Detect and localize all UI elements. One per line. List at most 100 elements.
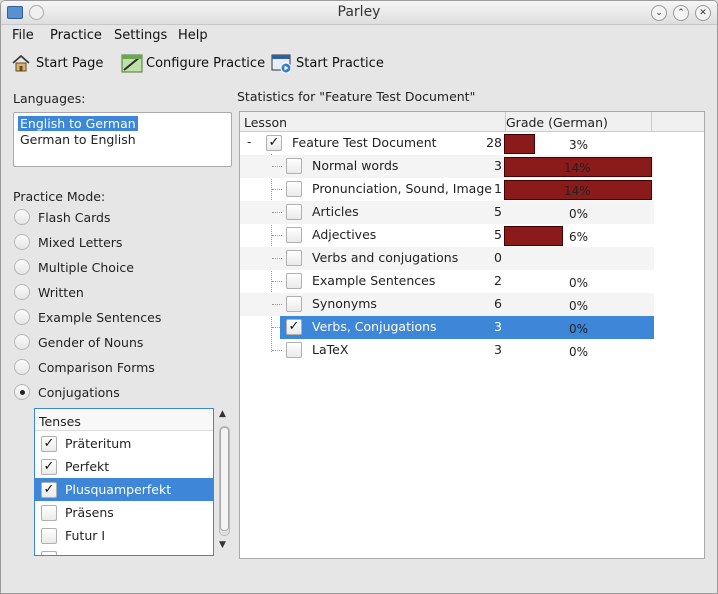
start-practice-button[interactable]: Start Practice [271,51,384,75]
statistics-title: Statistics for "Feature Test Document" [237,89,476,104]
scroll-up-icon[interactable]: ▲ [219,409,226,419]
radio-flash-cards[interactable]: Flash Cards [14,209,111,225]
configure-practice-button[interactable]: Configure Practice [121,51,265,75]
checkbox[interactable] [286,204,302,220]
menu-practice[interactable]: Practice [50,28,102,43]
languages-list[interactable]: English to German German to English [13,112,232,167]
lesson-row[interactable]: Pronunciation, Sound, Image 1 14% [240,178,654,201]
scroll-thumb[interactable] [220,427,229,531]
tense-label: Futur I [65,528,106,543]
menu-help[interactable]: Help [178,28,208,43]
tenses-list[interactable]: Tenses ✓ Präteritum ✓ Perfekt ✓ Plusquamper… [34,408,214,556]
checkbox[interactable] [286,227,302,243]
lesson-row[interactable]: Example Sentences 2 0% [240,270,654,293]
lesson-row[interactable]: LaTeX 3 0% [240,339,654,362]
radio-indicator[interactable] [14,209,30,225]
radio-example-sentences[interactable]: Example Sentences [14,309,161,325]
radio-label: Gender of Nouns [38,334,144,350]
tense-item-partial[interactable] [35,547,213,555]
tree-branch [272,212,282,213]
grade-bar [504,226,563,246]
checkbox[interactable] [286,296,302,312]
column-grade[interactable]: Grade (German) [506,115,608,130]
menu-settings[interactable]: Settings [114,28,167,43]
tense-item[interactable]: Präsens [35,501,213,524]
tree-branch [272,166,282,167]
lesson-name: Verbs and conjugations [312,250,459,265]
lesson-name: Feature Test Document [292,135,437,150]
minimize-button[interactable]: ⌄ [651,5,667,21]
checkbox[interactable]: ✓ [41,458,57,475]
lesson-row[interactable]: Adjectives 5 6% [240,224,654,247]
lesson-count: 5 [494,227,502,242]
maximize-button[interactable]: ⌃ [673,5,689,21]
radio-indicator[interactable] [14,234,30,250]
lesson-row[interactable]: - ✓ Feature Test Document 28 3% [240,132,654,155]
language-item[interactable]: German to English [18,132,138,147]
radio-indicator[interactable] [14,259,30,275]
radio-label: Conjugations [38,384,120,400]
lesson-count: 3 [494,319,502,334]
language-item[interactable]: English to German [18,116,138,131]
radio-indicator[interactable] [14,359,30,375]
lesson-count: 5 [494,204,502,219]
checkbox[interactable] [286,250,302,266]
checkbox[interactable] [286,181,302,197]
grade-percent: 3% [569,138,589,152]
radio-label: Mixed Letters [38,234,123,250]
tense-item[interactable]: ✓ Perfekt [35,455,213,478]
checkbox[interactable]: ✓ [41,481,57,498]
tenses-scrollbar[interactable]: ▲ ▼ [217,408,232,556]
radio-comparison-forms[interactable]: Comparison Forms [14,359,155,375]
lesson-name: Pronunciation, Sound, Image [312,181,492,196]
radio-indicator[interactable] [14,309,30,325]
checkbox[interactable] [286,273,302,289]
radio-mixed-letters[interactable]: Mixed Letters [14,234,122,250]
lesson-name: Verbs, Conjugations [312,319,437,334]
radio-label: Multiple Choice [38,259,134,275]
lesson-count: 6 [494,296,502,311]
tense-item[interactable]: ✓ Präteritum [35,432,213,455]
radio-conjugations[interactable]: Conjugations [14,384,120,400]
lesson-count: 1 [494,181,502,196]
lesson-count: 3 [494,342,502,357]
checkbox[interactable] [41,527,57,544]
lesson-name: Articles [312,204,359,219]
lesson-count: 0 [494,250,502,265]
lesson-row[interactable]: Articles 5 0% [240,201,654,224]
statistics-header: Lesson Grade (German) [240,112,704,132]
close-button[interactable]: ✕ [695,5,711,21]
start-page-button[interactable]: Start Page [11,51,103,75]
statistics-tree[interactable]: Lesson Grade (German) - ✓ Feature Test D… [239,111,705,559]
radio-indicator[interactable] [14,384,30,400]
radio-gender-of-nouns[interactable]: Gender of Nouns [14,334,143,350]
lesson-row[interactable]: Normal words 3 14% [240,155,654,178]
checkbox[interactable]: ✓ [286,319,302,335]
lesson-name: LaTeX [312,342,349,357]
scroll-track[interactable] [219,426,230,536]
checkbox[interactable] [41,504,57,521]
tense-label: Präteritum [65,436,132,451]
scroll-down-icon[interactable]: ▼ [219,540,226,550]
lesson-row-selected[interactable]: ✓ Verbs, Conjugations 3 0% [280,316,654,339]
tree-branch [272,281,282,282]
collapse-icon[interactable]: - [247,135,251,149]
lesson-row[interactable]: Verbs and conjugations 0 [240,247,654,270]
tense-item[interactable]: Futur I [35,524,213,547]
checkbox[interactable]: ✓ [41,435,57,452]
checkbox[interactable]: ✓ [266,135,282,151]
checkbox[interactable] [41,550,57,555]
checkbox[interactable] [286,342,302,358]
lesson-row[interactable]: Synonyms 6 0% [240,293,654,316]
start-page-label: Start Page [36,55,104,71]
menu-file[interactable]: File [12,28,34,43]
tree-branch [272,350,282,351]
radio-indicator[interactable] [14,334,30,350]
column-lesson[interactable]: Lesson [244,115,287,130]
grade-percent: 0% [569,345,589,359]
tense-item[interactable]: ✓ Plusquamperfekt [35,478,213,501]
checkbox[interactable] [286,158,302,174]
radio-written[interactable]: Written [14,284,84,300]
radio-multiple-choice[interactable]: Multiple Choice [14,259,134,275]
radio-indicator[interactable] [14,284,30,300]
